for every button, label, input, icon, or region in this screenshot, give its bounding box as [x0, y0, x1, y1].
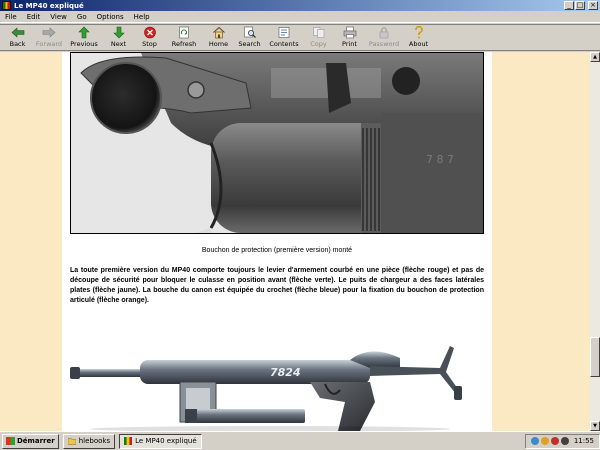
stop-icon: [143, 26, 156, 39]
copy-button[interactable]: Copy: [303, 25, 334, 51]
print-icon: [343, 26, 356, 39]
back-arrow-icon: [11, 27, 24, 38]
maximize-button[interactable]: □: [575, 1, 585, 10]
start-label: Démarrer: [17, 437, 55, 445]
knurled-ring: [361, 123, 381, 233]
taskbar-item-hlebooks[interactable]: hlebooks: [62, 433, 116, 449]
volume-icon[interactable]: [560, 437, 569, 445]
copy-label: Copy: [310, 40, 327, 48]
contents-button[interactable]: Contents: [265, 25, 303, 51]
back-label: Back: [9, 40, 26, 48]
tray-app-icon[interactable]: [540, 437, 549, 445]
taskbar: Démarrer hlebooks Le MP40 expliqué 11:55: [0, 431, 600, 450]
ebook-icon: [124, 437, 133, 445]
up-arrow-icon: [78, 26, 90, 39]
photo-caption: Bouchon de protection (première version)…: [201, 247, 353, 254]
next-label: Next: [110, 40, 127, 48]
windows-logo-icon: [6, 437, 15, 445]
toolbar: Back Forward Previous Next Stop Refresh …: [0, 24, 600, 51]
svg-text:7 8 7: 7 8 7: [426, 153, 454, 166]
taskbar-item-label: Le MP40 expliqué: [135, 437, 197, 445]
menu-bar: File Edit View Go Options Help: [0, 11, 600, 23]
taskbar-item-label: hlebooks: [78, 437, 111, 445]
menu-options[interactable]: Options: [92, 13, 129, 21]
scroll-down-arrow-icon[interactable]: ▼: [590, 421, 600, 431]
menu-edit[interactable]: Edit: [22, 13, 46, 21]
home-button[interactable]: Home: [203, 25, 234, 51]
body-paragraph: La toute première version du MP40 compor…: [70, 267, 484, 304]
previous-button[interactable]: Previous: [65, 25, 103, 51]
back-button[interactable]: Back: [2, 25, 33, 51]
menu-file[interactable]: File: [0, 13, 22, 21]
gun-serial: 7824: [270, 366, 301, 379]
taskbar-item-mp40[interactable]: Le MP40 expliqué: [119, 433, 202, 449]
about-icon: [414, 26, 423, 39]
about-button[interactable]: About: [403, 25, 434, 51]
minimize-button[interactable]: _: [564, 1, 574, 10]
clock[interactable]: 11:55: [574, 437, 594, 445]
vertical-scrollbar[interactable]: ▲ ▼: [590, 52, 600, 431]
forward-label: Forward: [35, 40, 63, 48]
refresh-label: Refresh: [171, 40, 197, 48]
down-arrow-icon: [112, 26, 125, 39]
menu-go[interactable]: Go: [72, 13, 92, 21]
print-label: Print: [342, 40, 357, 48]
previous-label: Previous: [70, 40, 98, 48]
forward-button[interactable]: Forward: [33, 25, 65, 51]
copy-icon: [312, 27, 324, 38]
page-background: 7 8 7 Bouchon de protection (première ve…: [0, 52, 590, 431]
menu-help[interactable]: Help: [129, 13, 155, 21]
menu-view[interactable]: View: [45, 13, 72, 21]
title-bar: Le MP40 expliqué _ □ ×: [0, 0, 600, 11]
refresh-icon: [179, 26, 189, 39]
muzzle-cap-photo: 7 8 7: [70, 52, 484, 234]
search-button[interactable]: Search: [234, 25, 265, 51]
close-button[interactable]: ×: [588, 1, 598, 10]
home-icon: [212, 26, 225, 39]
print-button[interactable]: Print: [334, 25, 365, 51]
network-icon[interactable]: [530, 437, 539, 445]
refresh-button[interactable]: Refresh: [165, 25, 203, 51]
separate-magazine: [185, 409, 305, 423]
scroll-thumb[interactable]: [590, 337, 600, 377]
document-page: 7 8 7 Bouchon de protection (première ve…: [62, 52, 492, 431]
antivirus-icon[interactable]: [550, 437, 559, 445]
search-label: Search: [238, 40, 261, 48]
next-button[interactable]: Next: [103, 25, 134, 51]
stop-label: Stop: [142, 40, 157, 48]
password-label: Password: [368, 40, 400, 48]
home-label: Home: [208, 40, 229, 48]
start-button[interactable]: Démarrer: [2, 433, 59, 449]
password-icon: [379, 27, 389, 39]
contents-label: Contents: [269, 40, 299, 48]
password-button[interactable]: Password: [365, 25, 403, 51]
about-label: About: [408, 40, 429, 48]
mp40-illustration: 7824: [70, 332, 484, 431]
window-title: Le MP40 expliqué: [14, 1, 84, 10]
scroll-up-arrow-icon[interactable]: ▲: [590, 52, 600, 62]
folder-icon: [67, 438, 76, 445]
search-icon: [243, 26, 256, 38]
stop-button[interactable]: Stop: [134, 25, 165, 51]
content-viewport: 7 8 7 Bouchon de protection (première ve…: [0, 52, 590, 431]
app-icon: [2, 1, 11, 10]
system-tray: 11:55: [524, 433, 600, 449]
forward-arrow-icon: [42, 27, 56, 38]
contents-icon: [278, 27, 290, 38]
